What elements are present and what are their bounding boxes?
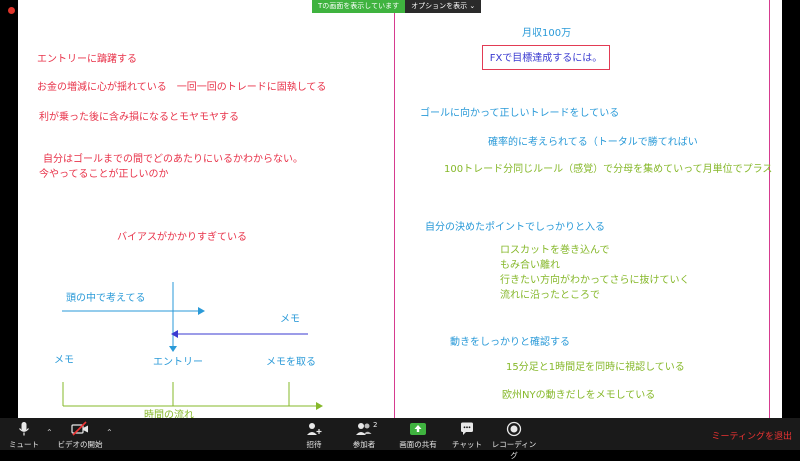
memo-arrowhead xyxy=(171,330,178,338)
invite-label: 招待 xyxy=(306,440,322,449)
note-entry-point: 自分の決めたポイントでしっかりと入る xyxy=(425,222,605,233)
invite-button[interactable]: 招待 xyxy=(300,421,328,450)
meeting-toolbar: ミュート ⌃ ビデオの開始 ⌃ 招待 参加者 2 画面の共有 チャット レコーデ… xyxy=(0,418,800,460)
income-target: 月収100万 xyxy=(522,28,572,39)
note-confirm: 動きをしっかりと確認する xyxy=(450,337,570,348)
head-arrowhead xyxy=(198,307,205,315)
share-screen-button[interactable]: 画面の共有 xyxy=(396,421,440,450)
participants-icon xyxy=(356,423,372,435)
chevron-down-icon: ⌄ xyxy=(469,2,476,10)
chevron-up-icon[interactable]: ⌃ xyxy=(46,428,53,437)
time-axis-arrowhead xyxy=(316,402,323,410)
entry-arrowhead xyxy=(169,346,177,352)
record-button[interactable]: レコーディング xyxy=(490,421,538,461)
sharing-status: Tの画面を表示しています xyxy=(312,0,406,13)
note-100-trades: 100トレード分同じルール（感覚）で分母を集めていって月単位でプラス xyxy=(444,164,773,175)
recording-indicator-icon xyxy=(8,7,15,14)
note-goal-trade: ゴールに向かって正しいトレードをしている xyxy=(420,108,620,119)
video-off-icon xyxy=(71,421,88,436)
share-screen-icon xyxy=(410,423,426,435)
start-video-button[interactable]: ビデオの開始 xyxy=(56,421,104,450)
leave-meeting-button[interactable]: ミーティングを退出 xyxy=(712,429,792,442)
chat-label: チャット xyxy=(452,440,482,449)
bullet-item: 行きたい方向がわかってさらに抜けていく xyxy=(500,275,690,286)
label-entry: エントリー xyxy=(153,357,203,368)
chevron-up-icon[interactable]: ⌃ xyxy=(106,428,113,437)
mute-label: ミュート xyxy=(9,440,39,449)
bullet-item: 流れに沿ったところで xyxy=(500,290,600,301)
label-memo-take: メモを取る xyxy=(266,357,316,368)
share-screen-label: 画面の共有 xyxy=(399,440,437,449)
chat-bubble-icon xyxy=(461,422,473,435)
label-time-flow: 時間の流れ xyxy=(144,410,194,418)
note-eu-ny: 欧州NYの動きだしをメモしている xyxy=(502,390,656,401)
label-memo-right: メモ xyxy=(280,314,300,325)
add-person-icon xyxy=(307,423,322,435)
share-banner: Tの画面を表示しています オプションを表示 ⌄ xyxy=(312,0,482,13)
bullet-item: ロスカットを巻き込んで xyxy=(500,245,610,256)
mute-button[interactable]: ミュート xyxy=(6,421,42,450)
record-icon xyxy=(506,421,522,437)
bullet-item: もみ合い離れ xyxy=(500,260,560,271)
label-head: 頭の中で考えてる xyxy=(66,293,146,304)
participants-count-badge: 2 xyxy=(373,421,378,429)
chat-button[interactable]: チャット xyxy=(450,421,484,450)
start-video-label: ビデオの開始 xyxy=(57,440,103,449)
microphone-icon xyxy=(19,422,29,436)
view-options-button[interactable]: オプションを表示 ⌄ xyxy=(405,0,482,13)
record-label: レコーディング xyxy=(491,440,537,460)
note-timeframes: 15分足と1時間足を同時に視認している xyxy=(506,362,685,373)
participants-label: 参加者 xyxy=(352,440,376,449)
label-memo-left: メモ xyxy=(54,355,74,366)
note-probability: 確率的に考えられてる（トータルで勝てればい xyxy=(488,137,698,148)
shared-whiteboard: エントリーに躊躇する お金の増減に心が揺れている 一回一回のトレードに固執してる… xyxy=(18,0,782,418)
timeline-diagram xyxy=(62,282,323,410)
goal-box: FXで目標達成するには。 xyxy=(482,45,610,70)
